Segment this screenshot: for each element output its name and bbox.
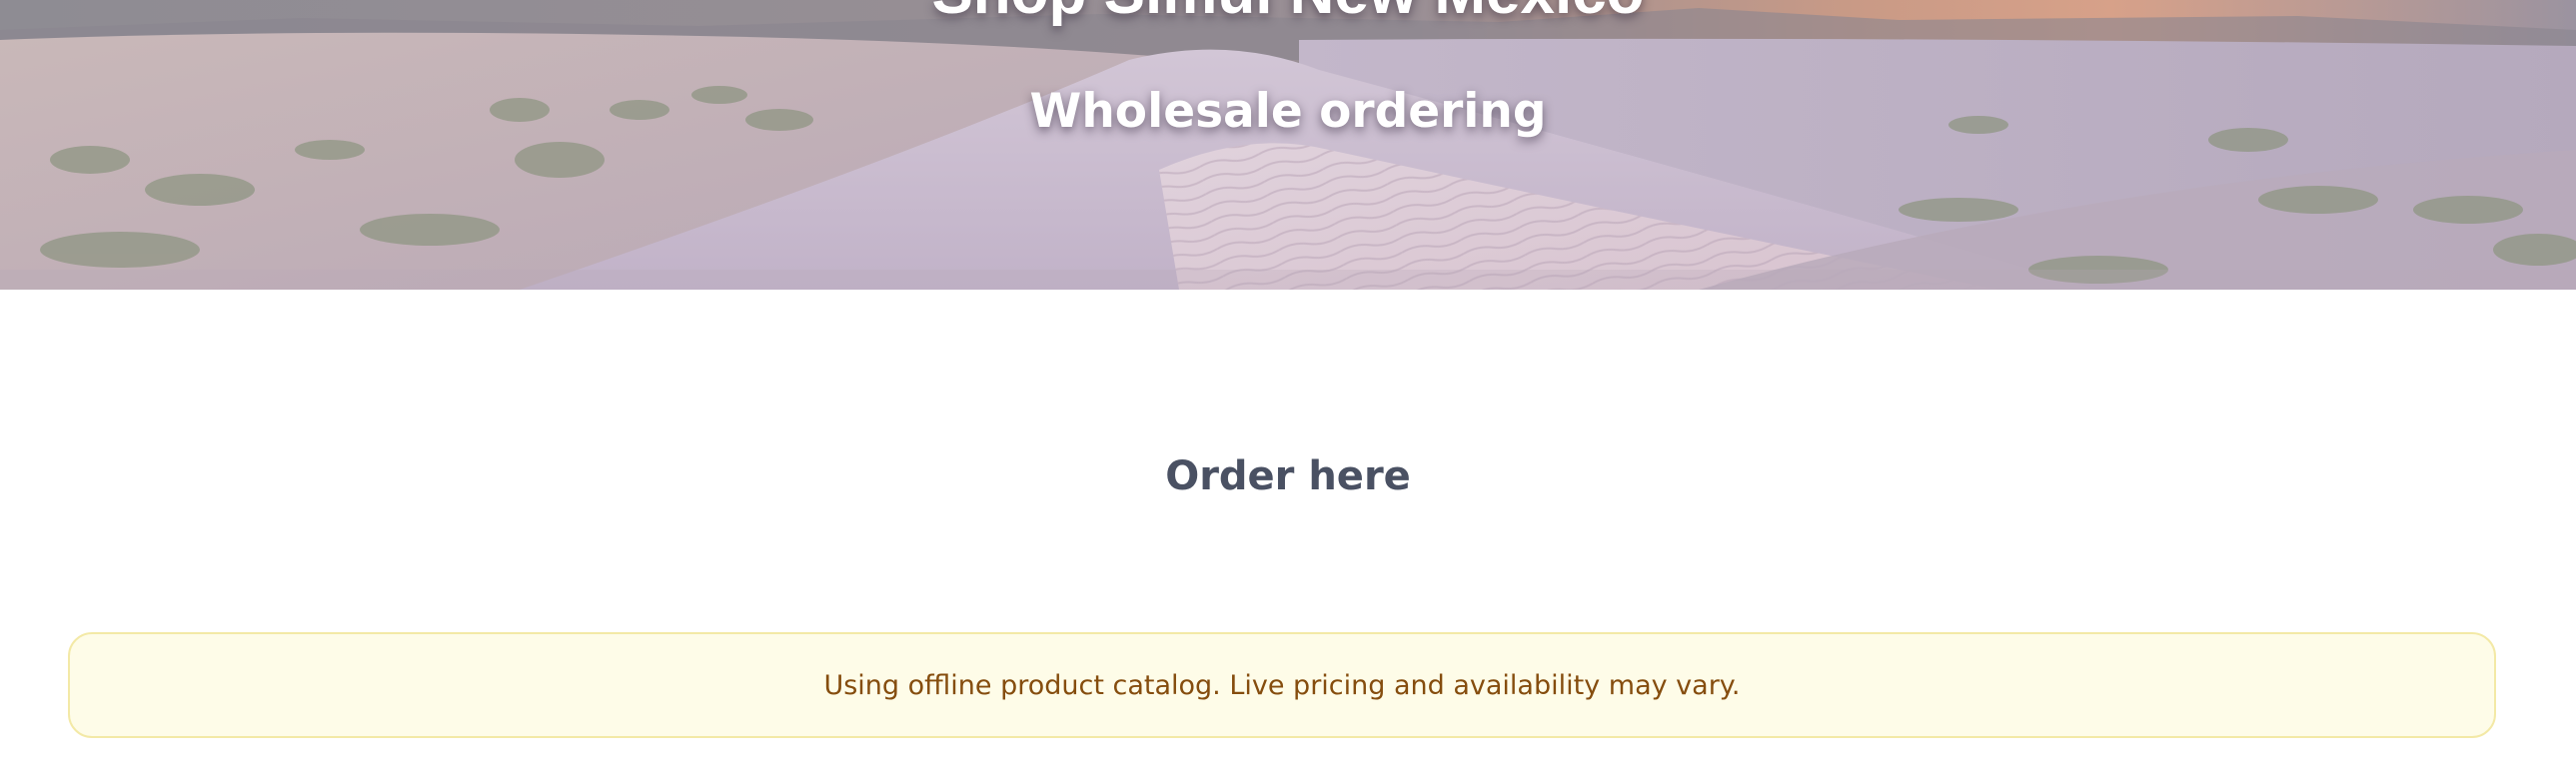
hero-banner: Shop Simul New Mexico Wholesale ordering [0, 0, 2576, 290]
hero-background-image [0, 0, 2576, 290]
order-here-link[interactable]: Order here [0, 449, 2576, 503]
hero-title: Shop Simul New Mexico [0, 0, 2576, 30]
page: Shop Simul New Mexico Wholesale ordering… [0, 0, 2576, 779]
hero-subtitle: Wholesale ordering [1029, 84, 1547, 139]
notice-message: Using offline product catalog. Live pric… [823, 669, 1741, 701]
offline-catalog-notice: Using offline product catalog. Live pric… [68, 632, 2496, 738]
